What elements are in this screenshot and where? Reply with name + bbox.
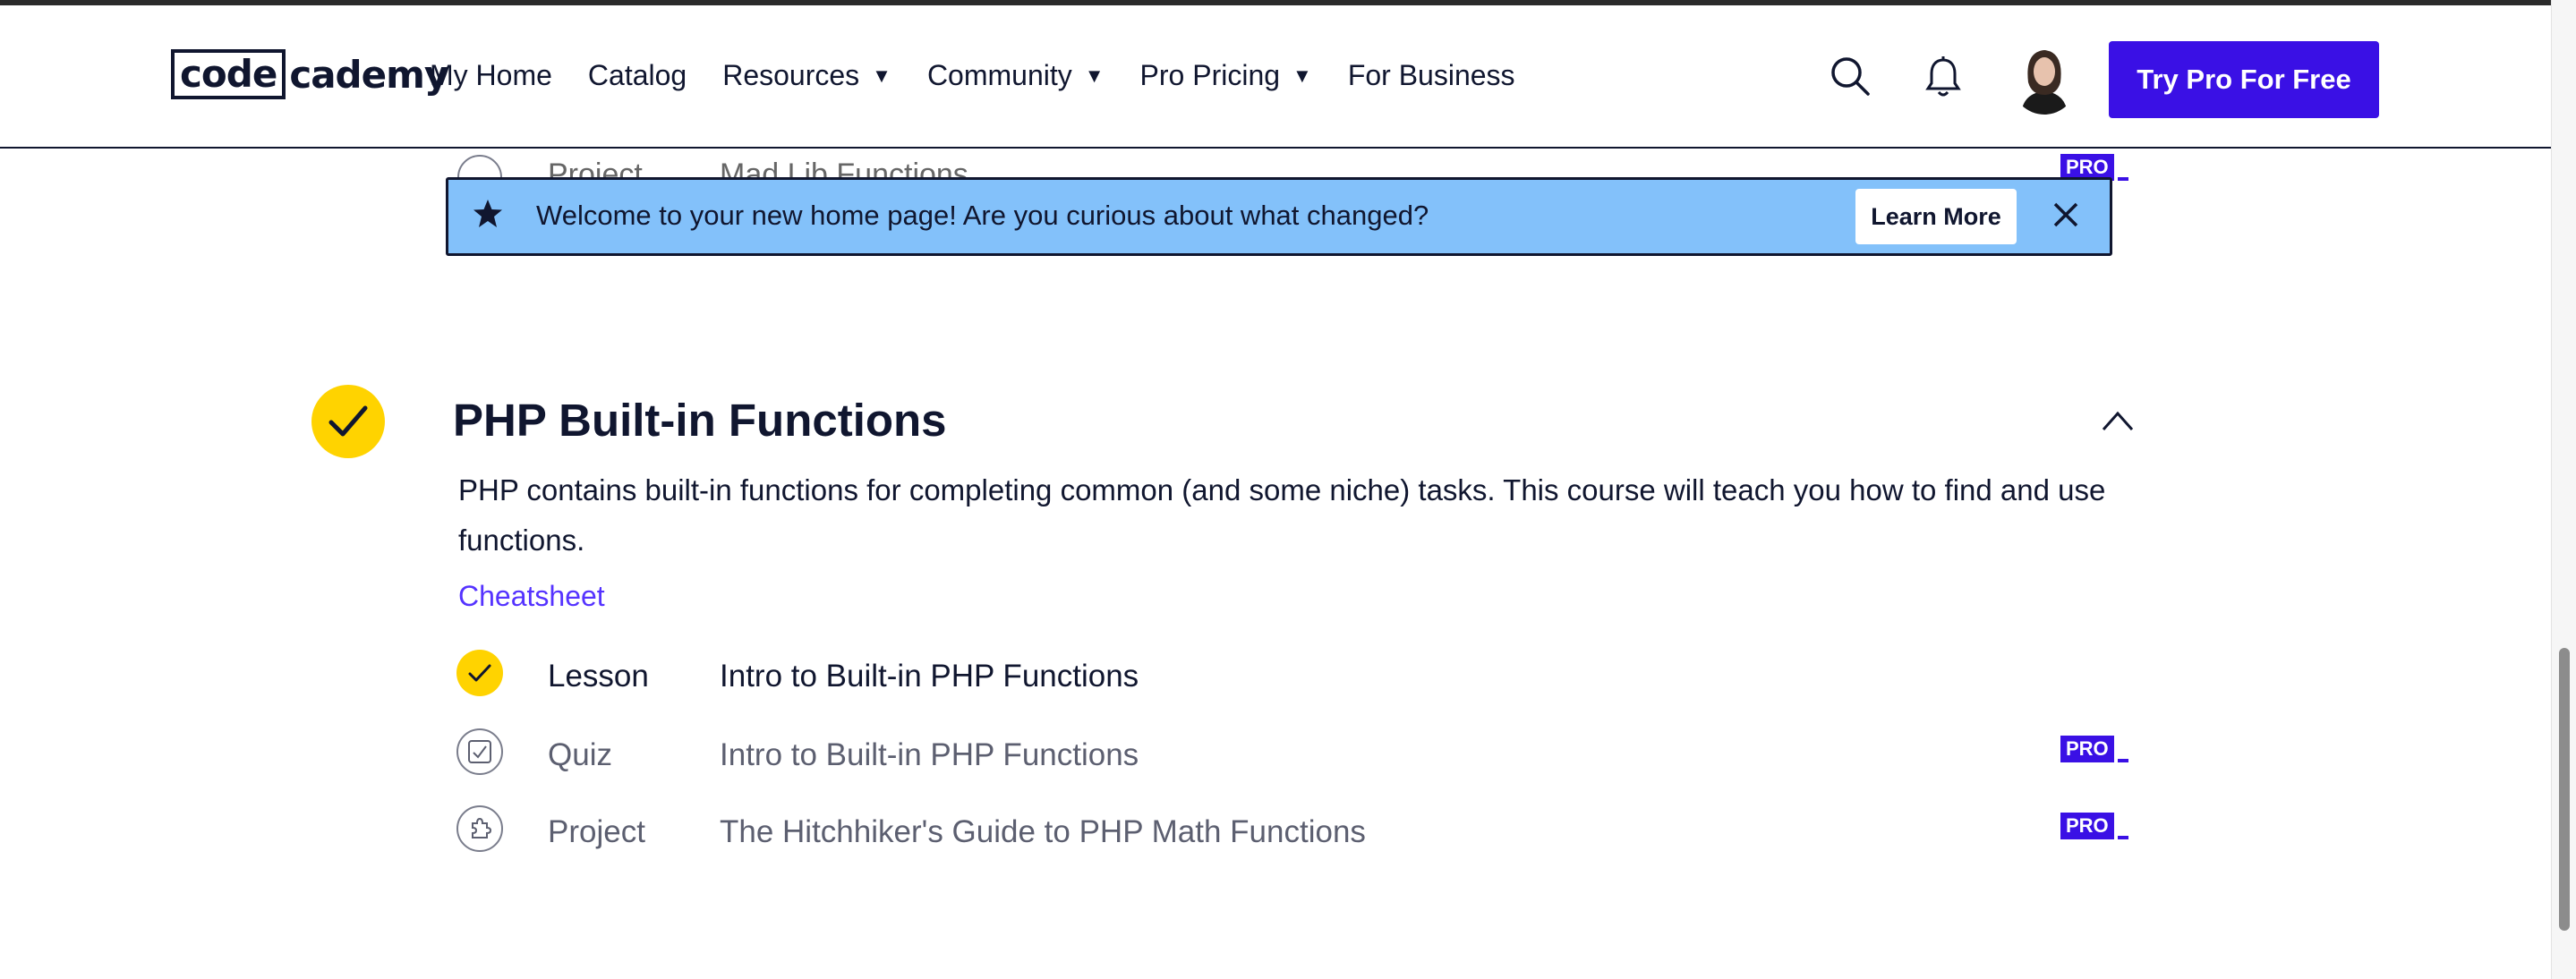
nav-for-business[interactable]: For Business bbox=[1348, 59, 1515, 92]
nav-community[interactable]: Community ▼ bbox=[927, 59, 1105, 92]
chevron-up-icon[interactable] bbox=[2102, 410, 2134, 436]
welcome-banner: Welcome to your new home page! Are you c… bbox=[446, 177, 2112, 256]
star-icon bbox=[472, 198, 504, 234]
cheatsheet-link[interactable]: Cheatsheet bbox=[458, 580, 605, 613]
list-item-project[interactable]: Project The Hitchhiker's Guide to PHP Ma… bbox=[456, 805, 2130, 856]
quiz-icon bbox=[456, 728, 503, 775]
search-icon[interactable] bbox=[1830, 55, 1871, 101]
list-item-lesson[interactable]: Lesson Intro to Built-in PHP Functions bbox=[456, 650, 2130, 700]
close-icon[interactable] bbox=[2052, 201, 2079, 233]
top-navigation: code cademy My Home Catalog Resources ▼ Co… bbox=[0, 5, 2551, 149]
item-title: Intro to Built-in PHP Functions bbox=[720, 737, 1139, 772]
banner-message: Welcome to your new home page! Are you c… bbox=[536, 200, 1429, 231]
caret-down-icon: ▼ bbox=[1292, 64, 1312, 87]
try-pro-button[interactable]: Try Pro For Free bbox=[2109, 41, 2379, 118]
item-title: Intro to Built-in PHP Functions bbox=[720, 659, 1139, 694]
scrollbar-thumb[interactable] bbox=[2559, 648, 2570, 931]
caret-down-icon: ▼ bbox=[1084, 64, 1105, 87]
bell-icon[interactable] bbox=[1924, 55, 1962, 103]
item-type: Lesson bbox=[548, 659, 649, 694]
avatar[interactable] bbox=[2012, 43, 2077, 115]
item-type: Quiz bbox=[548, 737, 612, 772]
item-title: The Hitchhiker's Guide to PHP Math Funct… bbox=[720, 814, 1366, 849]
check-icon bbox=[456, 650, 503, 696]
module-title: PHP Built-in Functions bbox=[453, 395, 947, 446]
codecademy-logo[interactable]: code cademy bbox=[171, 48, 448, 100]
pro-badge: PRO bbox=[2060, 813, 2128, 839]
pro-badge: PRO bbox=[2060, 736, 2128, 762]
nav-resources[interactable]: Resources ▼ bbox=[722, 59, 891, 92]
nav-my-home[interactable]: My Home bbox=[430, 59, 552, 92]
nav-pro-pricing[interactable]: Pro Pricing ▼ bbox=[1140, 59, 1312, 92]
main-nav: My Home Catalog Resources ▼ Community ▼ Pr… bbox=[430, 59, 1551, 92]
puzzle-icon bbox=[456, 805, 503, 852]
module-complete-check-icon bbox=[311, 385, 385, 458]
caret-down-icon: ▼ bbox=[872, 64, 891, 87]
list-item-quiz[interactable]: Quiz Intro to Built-in PHP Functions PRO bbox=[456, 728, 2130, 779]
learn-more-button[interactable]: Learn More bbox=[1855, 189, 2017, 244]
scrollbar[interactable] bbox=[2551, 0, 2576, 979]
item-type: Project bbox=[548, 814, 645, 849]
module-description: PHP contains built-in functions for comp… bbox=[458, 473, 2106, 557]
nav-catalog[interactable]: Catalog bbox=[588, 59, 687, 92]
